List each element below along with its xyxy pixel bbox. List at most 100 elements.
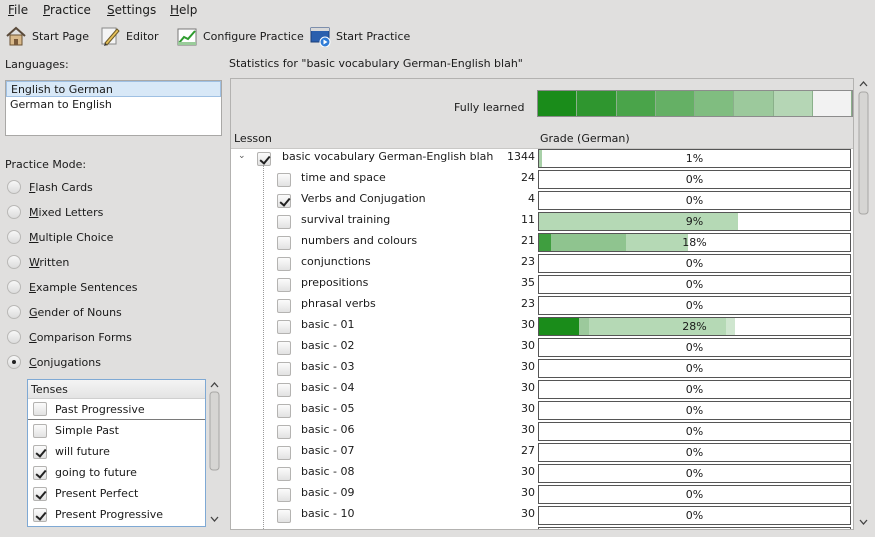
lesson-row[interactable]: numbers and colours 21 18% — [231, 232, 853, 253]
tense-checkbox[interactable] — [33, 465, 47, 480]
lesson-row[interactable]: basic - 04 30 0% — [231, 379, 853, 400]
lesson-row[interactable]: basic - 01 30 28% — [231, 316, 853, 337]
tenses-list[interactable]: Tenses Past Progressive Simple Past will f… — [27, 379, 206, 527]
table-header: Lesson Grade (German) — [231, 129, 853, 149]
tenses-scrollbar[interactable] — [208, 380, 221, 526]
lesson-row[interactable]: basic - 06 30 0% — [231, 421, 853, 442]
languages-list[interactable]: English to German German to English — [5, 80, 222, 136]
tense-item[interactable]: going to future — [28, 462, 205, 483]
radio-button[interactable] — [7, 230, 21, 244]
radio-button[interactable] — [7, 280, 21, 294]
radio-button[interactable] — [7, 205, 21, 219]
lesson-row[interactable]: survival training 11 9% — [231, 211, 853, 232]
lesson-row[interactable]: time and space 24 0% — [231, 169, 853, 190]
grade-percent: 0% — [685, 194, 704, 207]
lesson-name: basic - 06 — [301, 423, 355, 436]
grade-bar: 0% — [538, 422, 851, 441]
lesson-checkbox[interactable] — [257, 152, 271, 166]
tense-checkbox[interactable] — [33, 423, 47, 438]
lesson-row[interactable]: Verbs and Conjugation 4 0% — [231, 190, 853, 211]
lesson-row[interactable]: phrasal verbs 23 0% — [231, 295, 853, 316]
lesson-row[interactable]: conjunctions 23 0% — [231, 253, 853, 274]
start-page-button[interactable]: Start Page — [5, 24, 89, 48]
lesson-checkbox[interactable] — [277, 383, 291, 397]
lesson-checkbox[interactable] — [277, 425, 291, 439]
lesson-row[interactable]: basic - 03 30 0% — [231, 358, 853, 379]
lesson-row[interactable]: basic - 11 30 — [231, 526, 853, 529]
lesson-checkbox[interactable] — [277, 362, 291, 376]
lesson-name: phrasal verbs — [301, 297, 376, 310]
lesson-checkbox[interactable] — [277, 278, 291, 292]
tense-item[interactable]: will future — [28, 441, 205, 462]
lesson-checkbox[interactable] — [277, 341, 291, 355]
mode-option[interactable]: Multiple Choice — [7, 228, 113, 246]
lesson-row[interactable]: basic - 09 30 0% — [231, 484, 853, 505]
radio-button[interactable] — [7, 180, 21, 194]
lesson-checkbox[interactable] — [277, 509, 291, 523]
menu-help[interactable]: Help — [170, 3, 197, 17]
mode-option[interactable]: Conjugations — [7, 353, 101, 371]
lesson-checkbox[interactable] — [277, 257, 291, 271]
lesson-row[interactable]: basic - 05 30 0% — [231, 400, 853, 421]
mode-option[interactable]: Comparison Forms — [7, 328, 132, 346]
menu-practice[interactable]: Practice — [43, 3, 91, 17]
radio-button[interactable] — [7, 355, 21, 369]
lesson-checkbox[interactable] — [277, 236, 291, 250]
tense-checkbox[interactable] — [33, 507, 47, 522]
grade-swatch — [695, 91, 735, 116]
tense-item[interactable]: Present Perfect — [28, 483, 205, 504]
lesson-row[interactable]: basic - 02 30 0% — [231, 337, 853, 358]
tense-checkbox[interactable] — [33, 486, 47, 501]
mode-label: Mixed Letters — [29, 205, 104, 219]
mode-option[interactable]: Gender of Nouns — [7, 303, 122, 321]
mode-option[interactable]: Written — [7, 253, 69, 271]
editor-button[interactable]: Editor — [99, 24, 159, 48]
lesson-checkbox[interactable] — [277, 320, 291, 334]
lesson-count: 21 — [521, 234, 535, 247]
lesson-count: 35 — [521, 276, 535, 289]
lesson-checkbox[interactable] — [277, 404, 291, 418]
lesson-row[interactable]: basic - 08 30 0% — [231, 463, 853, 484]
lesson-row[interactable]: basic - 10 30 0% — [231, 505, 853, 526]
lesson-row[interactable]: basic - 07 27 0% — [231, 442, 853, 463]
mode-option[interactable]: Mixed Letters — [7, 203, 103, 221]
tense-item[interactable]: Simple Past — [28, 420, 205, 441]
tense-checkbox[interactable] — [33, 444, 47, 459]
statistics-scrollbar[interactable] — [857, 78, 870, 530]
expand-arrow-icon[interactable]: ⌄ — [238, 151, 246, 161]
lesson-row[interactable]: prepositions 35 0% — [231, 274, 853, 295]
menu-file[interactable]: File — [8, 3, 28, 17]
language-item[interactable]: German to English — [6, 97, 221, 113]
column-grade[interactable]: Grade (German) — [540, 132, 630, 145]
lesson-count: 24 — [521, 171, 535, 184]
lesson-count: 30 — [521, 465, 535, 478]
lesson-checkbox[interactable] — [277, 467, 291, 481]
mode-option[interactable]: Example Sentences — [7, 278, 138, 296]
configure-practice-button[interactable]: Configure Practice — [176, 24, 304, 48]
radio-button[interactable] — [7, 305, 21, 319]
start-practice-button[interactable]: Start Practice — [309, 24, 410, 48]
tense-checkbox[interactable] — [33, 402, 47, 416]
tense-item[interactable]: Past Progressive — [28, 399, 205, 420]
menu-settings[interactable]: Settings — [107, 3, 156, 17]
tense-item[interactable]: Present Progressive — [28, 504, 205, 525]
lesson-checkbox[interactable] — [277, 215, 291, 229]
lesson-checkbox[interactable] — [277, 194, 291, 208]
lesson-checkbox[interactable] — [277, 299, 291, 313]
radio-button[interactable] — [7, 330, 21, 344]
lesson-name: basic - 10 — [301, 507, 355, 520]
tenses-header[interactable]: Tenses — [28, 380, 205, 399]
lesson-checkbox[interactable] — [277, 446, 291, 460]
lesson-row[interactable]: ⌄ basic vocabulary German-English blah 134… — [231, 148, 853, 169]
mode-option[interactable]: Flash Cards — [7, 178, 93, 196]
lesson-name: basic - 09 — [301, 486, 355, 499]
lesson-count: 23 — [521, 297, 535, 310]
lesson-checkbox[interactable] — [277, 488, 291, 502]
language-item[interactable]: English to German — [6, 81, 221, 97]
grade-bar: 28% — [538, 317, 851, 336]
lesson-checkbox[interactable] — [277, 173, 291, 187]
grade-percent: 18% — [682, 236, 707, 249]
radio-button[interactable] — [7, 255, 21, 269]
grade-swatch — [812, 91, 852, 116]
column-lesson[interactable]: Lesson — [234, 132, 272, 145]
